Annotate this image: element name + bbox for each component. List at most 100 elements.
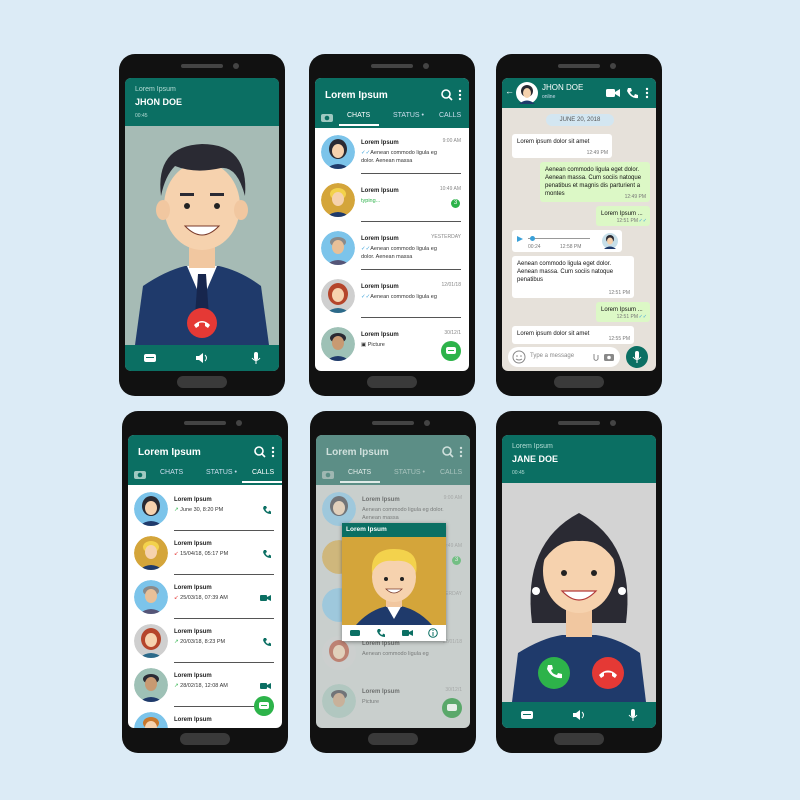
microphone-icon — [632, 351, 642, 363]
voice-scrubber[interactable] — [530, 236, 535, 241]
unread-badge: 3 — [451, 199, 460, 208]
play-icon[interactable] — [516, 235, 524, 243]
tab-chats[interactable]: CHATS — [160, 469, 183, 476]
voice-track[interactable] — [528, 238, 590, 239]
home-button[interactable] — [367, 376, 417, 388]
call-detail: ↗ 20/03/18, 8:23 PM — [174, 639, 226, 645]
tab-status[interactable]: STATUS • — [394, 469, 425, 476]
call-controls — [502, 702, 656, 728]
tab-calls[interactable]: CALLS — [252, 469, 274, 476]
message-incoming[interactable]: Lorem ipsum dolor sit amet 12:55 PM — [512, 326, 634, 344]
new-chat-button[interactable] — [441, 341, 461, 361]
tab-status[interactable]: STATUS • — [393, 112, 424, 119]
video-call-icon[interactable] — [260, 593, 272, 603]
app-header: Lorem Ipsum CHATS STATUS • CALLS — [315, 78, 469, 128]
speaker-icon[interactable] — [572, 708, 586, 722]
phone-icon[interactable] — [262, 505, 272, 515]
read-ticks-icon: ✓✓ — [361, 246, 371, 252]
message-icon[interactable] — [520, 708, 534, 722]
more-options-icon[interactable] — [270, 446, 276, 458]
chat-row[interactable]: Lorem Ipsum ✓✓Aenean commodo ligula eg d… — [315, 226, 469, 272]
video-call-icon[interactable] — [260, 681, 272, 691]
call-row[interactable]: Lorem Ipsum ↙ 15/04/18, 05:17 PM — [128, 531, 282, 577]
message-icon[interactable] — [143, 351, 157, 365]
microphone-icon[interactable] — [249, 351, 263, 365]
camera-icon[interactable] — [321, 112, 333, 122]
decline-call-button[interactable] — [592, 657, 624, 689]
profile-picture[interactable] — [342, 537, 446, 625]
voice-record-button[interactable] — [626, 346, 648, 368]
phone-icon[interactable] — [262, 549, 272, 559]
message-outgoing[interactable]: Lorem Ipsum ... 12:51 PM ✓✓ — [596, 302, 650, 322]
attach-icon[interactable] — [592, 352, 600, 362]
read-ticks-icon: ✓✓ — [361, 294, 371, 300]
call-label: Lorem Ipsum — [512, 443, 553, 450]
search-icon[interactable] — [441, 89, 453, 101]
home-button[interactable] — [180, 733, 230, 745]
camera-icon[interactable] — [322, 469, 334, 479]
back-arrow-icon[interactable]: ← — [505, 86, 514, 96]
tab-calls[interactable]: CALLS — [440, 469, 462, 476]
video-call-icon[interactable] — [606, 88, 620, 98]
video-call-icon[interactable] — [402, 628, 414, 638]
phone-icon — [547, 665, 562, 679]
speaker — [371, 64, 413, 68]
microphone-icon[interactable] — [626, 708, 640, 722]
voice-duration: 00:24 — [528, 244, 541, 250]
more-options-icon[interactable] — [644, 87, 650, 99]
phone-icon[interactable] — [262, 637, 272, 647]
phone-calls-list: Lorem Ipsum CHATS STATUS • CALLS Lorem I… — [122, 411, 288, 753]
last-message: ▣ Picture — [361, 342, 385, 348]
home-button[interactable] — [177, 376, 227, 388]
divider — [361, 173, 461, 174]
search-icon[interactable] — [254, 446, 266, 458]
contact-name: Lorem Ipsum — [174, 541, 212, 547]
chat-row[interactable]: Lorem Ipsum ✓✓Aenean commodo ligula eg d… — [315, 130, 469, 176]
search-icon[interactable] — [442, 446, 454, 458]
message-input[interactable]: Type a message — [508, 347, 620, 367]
message-time: 9:00 AM — [443, 495, 462, 501]
read-ticks-icon: ✓✓ — [638, 314, 647, 320]
avatar — [134, 580, 168, 614]
call-row[interactable]: Lorem Ipsum ↙ 25/03/18, 07:39 AM — [128, 575, 282, 621]
divider — [361, 317, 461, 318]
phone-icon[interactable] — [626, 87, 638, 99]
message-icon[interactable] — [350, 628, 360, 638]
chat-icon — [259, 702, 269, 709]
message-incoming[interactable]: Lorem ipsum dolor sit amet 12:49 PM — [512, 134, 612, 158]
more-options-icon[interactable] — [458, 446, 464, 458]
accept-call-button[interactable] — [538, 657, 570, 689]
camera-icon[interactable] — [604, 352, 614, 362]
speaker — [181, 64, 223, 68]
phone-icon[interactable] — [376, 628, 386, 638]
last-message: ✓✓Aenean commodo ligula eg dolor. Aenean… — [361, 246, 437, 260]
end-call-button[interactable] — [187, 308, 217, 338]
message-outgoing[interactable]: Lorem Ipsum ... 12:51 PM ✓✓ — [596, 206, 650, 226]
new-call-button[interactable] — [254, 696, 274, 716]
profile-popup: Lorem Ipsum — [342, 523, 446, 641]
tab-status[interactable]: STATUS • — [206, 469, 237, 476]
emoji-icon[interactable] — [512, 350, 526, 364]
more-options-icon[interactable] — [457, 89, 463, 101]
call-row[interactable]: Lorem Ipsum ↗ June 30, 8:20 PM — [128, 487, 282, 533]
tab-chats[interactable]: CHATS — [348, 469, 371, 476]
new-chat-button[interactable] — [442, 698, 462, 718]
tab-calls[interactable]: CALLS — [439, 112, 461, 119]
voice-message[interactable]: 00:24 12:58 PM — [512, 230, 622, 252]
avatar — [321, 135, 355, 169]
chat-row[interactable]: Lorem Ipsum ✓✓Aenean commodo ligula eg 1… — [315, 274, 469, 320]
info-icon[interactable] — [428, 628, 438, 638]
chat-row[interactable]: Lorem Ipsum typing... 10:49 AM 3 — [315, 178, 469, 224]
call-row[interactable]: Lorem Ipsum ↗ 20/03/18, 8:23 PM — [128, 619, 282, 665]
message-incoming[interactable]: Aenean commodo ligula eget dolor. Aenean… — [512, 256, 634, 298]
avatar — [321, 183, 355, 217]
phone-conversation: ← JHON DOE online JUNE 20, 2018 Lorem ip… — [496, 54, 662, 396]
tab-chats[interactable]: CHATS — [347, 112, 370, 119]
camera-icon[interactable] — [134, 469, 146, 479]
home-button[interactable] — [368, 733, 418, 745]
home-button[interactable] — [554, 376, 604, 388]
speaker-icon[interactable] — [195, 351, 209, 365]
popup-header: Lorem Ipsum — [342, 523, 446, 537]
home-button[interactable] — [554, 733, 604, 745]
message-outgoing[interactable]: Aenean commodo ligula eget dolor. Aenean… — [540, 162, 650, 202]
